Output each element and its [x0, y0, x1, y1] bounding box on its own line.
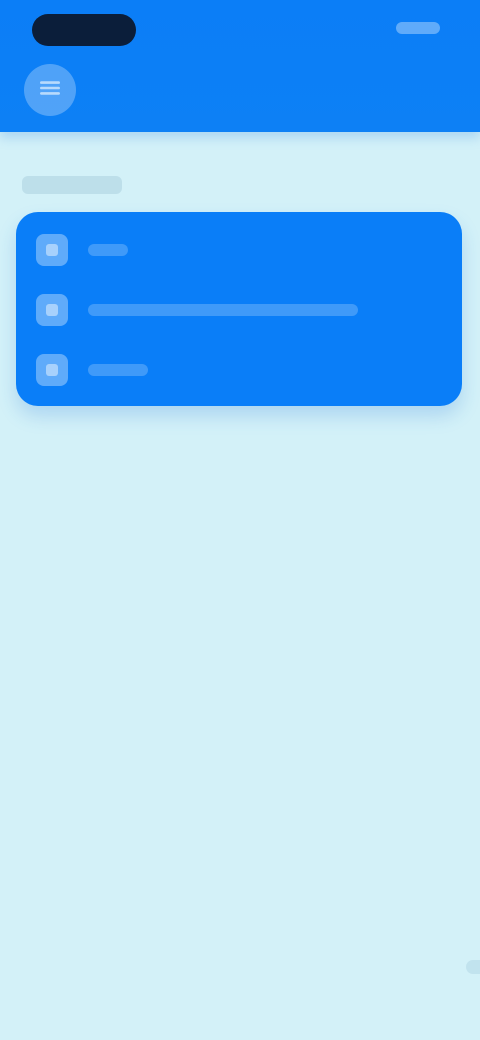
app-bar: [0, 0, 480, 132]
menu-icon: [37, 75, 63, 106]
list-item[interactable]: [36, 346, 442, 394]
list-item[interactable]: [36, 286, 442, 334]
settings-card: [16, 212, 462, 406]
list-item-label: [88, 364, 148, 376]
status-bar-pill: [32, 14, 136, 46]
app-screen: [0, 0, 480, 1040]
status-icons: [396, 22, 440, 34]
menu-button[interactable]: [24, 64, 76, 116]
section-label: [22, 176, 122, 194]
list-item-label: [88, 244, 128, 256]
item-icon: [36, 234, 68, 266]
list-item[interactable]: [36, 226, 442, 274]
item-icon: [36, 354, 68, 386]
edge-handle: [466, 960, 480, 974]
list-item-label: [88, 304, 358, 316]
item-icon: [36, 294, 68, 326]
